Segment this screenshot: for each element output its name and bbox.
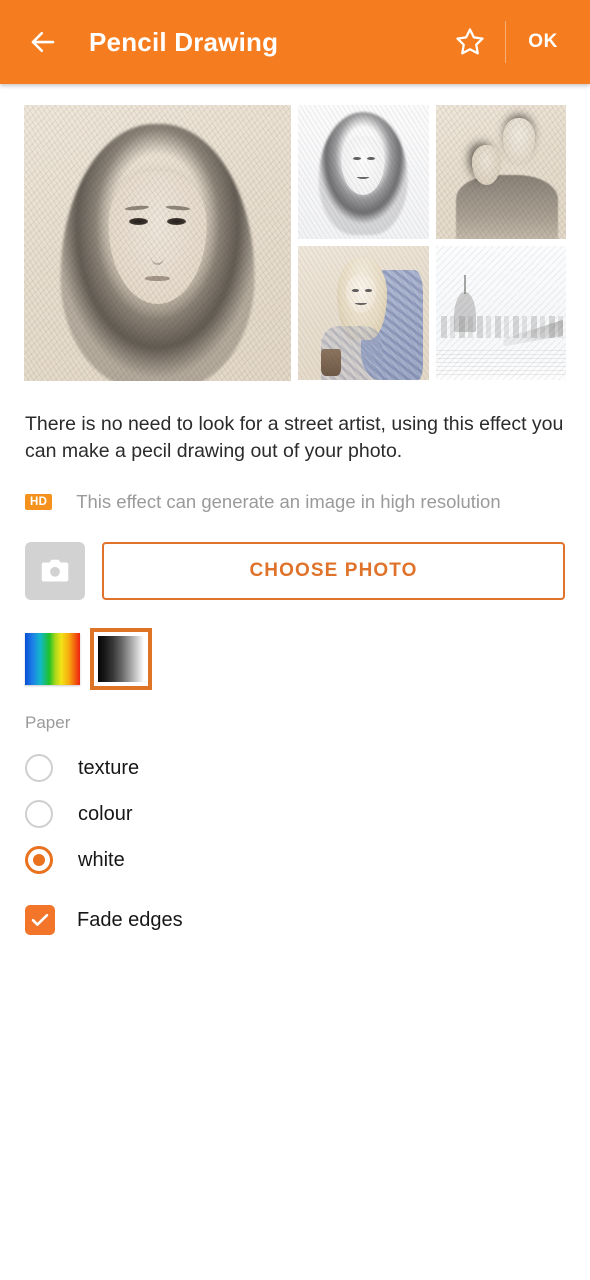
ok-button[interactable]: OK: [510, 21, 572, 63]
city-river: [435, 347, 566, 375]
thumb-mouth: [357, 175, 370, 179]
camera-button[interactable]: [25, 542, 85, 600]
gallery-thumb-3[interactable]: [298, 246, 429, 380]
gallery-thumb-row-bottom: [298, 246, 566, 380]
paper-option-white[interactable]: white: [25, 837, 565, 883]
star-outline-icon: [456, 28, 484, 55]
couple-body: [456, 174, 559, 239]
example-gallery: [24, 105, 566, 381]
paper-option-white-label: white: [78, 848, 125, 871]
grayscale-swatch-chip: [98, 636, 144, 682]
hd-notice-text: This effect can generate an image in hig…: [76, 491, 501, 512]
arrow-left-icon: [31, 31, 55, 53]
effect-description: There is no need to look for a street ar…: [25, 413, 564, 462]
gallery-main-image[interactable]: [24, 105, 291, 381]
check-icon: [31, 913, 49, 926]
gallery-thumb-grid: [298, 105, 566, 381]
gallery-thumb-4[interactable]: [435, 246, 566, 380]
cathedral-spire: [463, 275, 466, 295]
fade-edges-label: Fade edges: [77, 908, 183, 931]
page-title: Pencil Drawing: [89, 26, 279, 57]
paper-section-label: Paper: [25, 713, 71, 732]
paper-option-colour-label: colour: [78, 802, 133, 825]
pencil-drawing-screen: Pencil Drawing OK There is no need to lo…: [0, 0, 590, 1280]
portrait-mouth: [145, 276, 170, 281]
hd-notice: HD This effect can generate an image in …: [25, 491, 565, 513]
paper-option-texture[interactable]: texture: [25, 745, 565, 791]
radio-texture-icon: [25, 754, 53, 782]
camera-icon: [41, 559, 69, 582]
app-bar: Pencil Drawing OK: [0, 0, 590, 84]
gallery-thumb-row-top: [298, 105, 566, 239]
photo-picker-row: CHOOSE PHOTO: [25, 542, 565, 600]
radio-white-icon-selected: [25, 846, 53, 874]
colour-swatch-chip: [25, 633, 80, 685]
coffee-cup: [321, 349, 342, 376]
radio-colour-icon: [25, 800, 53, 828]
grayscale-swatch[interactable]: [90, 628, 152, 690]
back-button[interactable]: [20, 19, 66, 65]
blonde-mouth: [355, 301, 368, 305]
fade-edges-row[interactable]: Fade edges: [25, 897, 565, 943]
fade-edges-checkbox[interactable]: [25, 905, 55, 935]
favorite-button[interactable]: [447, 19, 493, 65]
paper-option-colour[interactable]: colour: [25, 791, 565, 837]
gallery-thumb-1[interactable]: [298, 105, 429, 239]
hd-badge: HD: [25, 493, 53, 511]
portrait-nose: [150, 249, 165, 266]
colour-swatch[interactable]: [25, 633, 80, 685]
couple-head-man: [503, 118, 535, 164]
style-swatch-row: [25, 628, 565, 690]
paper-option-texture-label: texture: [78, 756, 140, 779]
choose-photo-button[interactable]: CHOOSE PHOTO: [102, 542, 565, 600]
app-bar-divider: [505, 21, 507, 63]
gallery-thumb-2[interactable]: [435, 105, 566, 239]
